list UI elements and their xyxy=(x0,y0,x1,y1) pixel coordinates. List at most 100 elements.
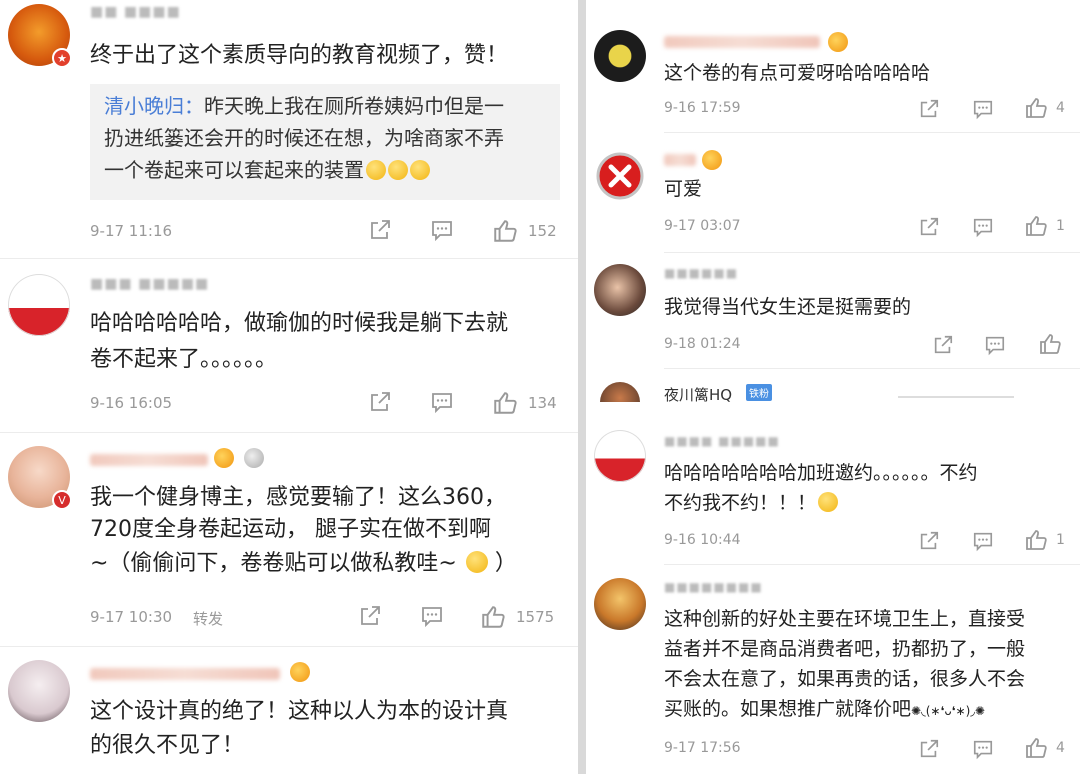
like-count: 4 xyxy=(1056,100,1065,116)
blurred-username xyxy=(664,154,696,166)
crying-emoji-icon xyxy=(410,160,430,180)
comment-icon[interactable] xyxy=(972,98,994,120)
comment-item: 夜川篱HQ 铁粉 xyxy=(586,372,1080,405)
share-icon[interactable] xyxy=(368,218,392,242)
left-comment-panel: ★ ■■ ■■■■ 终于出了这个素质导向的教育视频了，赞！ 清小晚归：昨天晚上我… xyxy=(0,0,578,774)
share-icon[interactable] xyxy=(918,216,940,238)
thumbs-up-icon xyxy=(492,390,518,416)
share-icon[interactable] xyxy=(918,530,940,552)
timestamp: 9-17 10:30 xyxy=(90,608,173,626)
like-button[interactable]: 1575 xyxy=(480,604,554,630)
avatar[interactable] xyxy=(594,150,646,202)
avatar[interactable] xyxy=(8,660,70,722)
comment-text: ~（偷偷问下，卷卷贴可以做私教哇~ ） xyxy=(90,551,517,576)
verified-badge-icon: V xyxy=(52,490,72,510)
comment-item: ■■■ ■■■■■ 哈哈哈哈哈哈，做瑜伽的时候我是躺下去就 卷不起来了。。。。。… xyxy=(0,262,578,432)
comment-text: 这个设计真的绝了！这种以人为本的设计真 xyxy=(90,699,509,724)
timestamp: 9-18 01:24 xyxy=(664,336,741,352)
comment-text: 不会太在意了，如果再贵的话，很多人不会 xyxy=(664,668,1026,690)
comment-text: 我一个健身博主，感觉要输了！这么360， xyxy=(90,485,506,510)
fan-crown-icon xyxy=(828,32,848,52)
comment-text: 益者并不是商品消费者吧，扔都扔了，一般 xyxy=(664,638,1026,660)
avatar[interactable] xyxy=(594,30,646,82)
blurred-username xyxy=(90,454,208,466)
timestamp: 9-17 17:56 xyxy=(664,740,741,756)
comment-text: 我觉得当代女生还是挺需要的 xyxy=(664,296,912,318)
avatar[interactable] xyxy=(594,264,646,316)
comment-icon[interactable] xyxy=(972,530,994,552)
thumbs-up-icon xyxy=(1024,96,1048,120)
avatar[interactable]: ★ xyxy=(8,4,72,68)
repost-link[interactable]: 转发 xyxy=(193,608,223,629)
avatar[interactable] xyxy=(600,382,640,402)
comment-text: 终于出了这个素质导向的教育视频了，赞！ xyxy=(90,43,509,68)
medal-icon xyxy=(244,448,264,468)
verified-badge-icon: ★ xyxy=(52,48,72,68)
comment-icon[interactable] xyxy=(972,738,994,760)
timestamp: 9-16 16:05 xyxy=(90,394,173,412)
timestamp: 9-17 11:16 xyxy=(90,222,173,240)
share-icon[interactable] xyxy=(918,738,940,760)
quoted-reply: 清小晚归：昨天晚上我在厕所卷姨妈巾但是一 扔进纸篓还会开的时候还在想，为啥商家不… xyxy=(90,84,560,200)
comment-item: ★ ■■ ■■■■ 终于出了这个素质导向的教育视频了，赞！ 清小晚归：昨天晚上我… xyxy=(0,0,578,260)
quoted-username[interactable]: 清小晚归： xyxy=(104,94,204,118)
fan-crown-icon xyxy=(702,150,722,170)
avatar[interactable] xyxy=(594,578,646,630)
comment-text: 卷不起来了。。。。。。 xyxy=(90,347,278,372)
blurred-username: ■■■ ■■■■■ xyxy=(90,276,210,292)
comment-item: 这个卷的有点可爱呀哈哈哈哈哈 9-16 17:59 4 xyxy=(586,0,1080,134)
comment-text: 这个卷的有点可爱呀哈哈哈哈哈 xyxy=(664,62,931,84)
blurred-username: ■■■■■■■■ xyxy=(664,580,763,594)
fan-crown-icon xyxy=(214,448,234,468)
comment-icon[interactable] xyxy=(984,334,1006,356)
comment-text: 的很久不见了！ xyxy=(90,733,245,758)
comment-icon[interactable] xyxy=(972,216,994,238)
share-icon[interactable] xyxy=(932,334,954,356)
smile-emoji-icon xyxy=(818,492,839,512)
comment-item: ■■■■■■■■ 这种创新的好处主要在环境卫生上，直接受 益者并不是商品消费者吧… xyxy=(586,568,1080,774)
like-button[interactable]: 134 xyxy=(492,390,557,416)
comment-item: 可爱 9-17 03:07 1 xyxy=(586,136,1080,252)
comment-text: 这种创新的好处主要在环境卫生上，直接受 xyxy=(664,608,1026,630)
blurred-username: ■■■■ ■■■■■ xyxy=(664,434,780,448)
comment-text: 哈哈哈哈哈哈，做瑜伽的时候我是躺下去就 xyxy=(90,311,509,336)
like-count: 4 xyxy=(1056,740,1065,756)
comment-item: 这个设计真的绝了！这种以人为本的设计真 的很久不见了！ xyxy=(0,650,578,774)
thumbs-up-icon xyxy=(1024,736,1048,760)
comment-text: 不约我不约！！！ xyxy=(664,488,839,518)
fan-crown-icon xyxy=(290,662,310,682)
error-x-icon xyxy=(596,152,644,200)
like-count: 134 xyxy=(528,394,557,412)
like-count: 1 xyxy=(1056,218,1065,234)
comment-text: 720度全身卷起运动， 腿子实在做不到啊 xyxy=(90,517,491,542)
share-icon[interactable] xyxy=(918,98,940,120)
like-button[interactable]: 152 xyxy=(492,218,557,244)
right-comment-panel: 这个卷的有点可爱呀哈哈哈哈哈 9-16 17:59 4 可爱 9-17 03:0… xyxy=(586,0,1080,774)
comment-icon[interactable] xyxy=(420,604,444,628)
like-button[interactable]: 1 xyxy=(1024,528,1065,552)
thumbs-up-icon xyxy=(1024,528,1048,552)
comment-item: ■■■■ ■■■■■ 哈哈哈哈哈哈哈加班邀约。。。。。。不约 不约我不约！！！ … xyxy=(586,414,1080,564)
timestamp: 9-16 17:59 xyxy=(664,100,741,116)
crying-emoji-icon xyxy=(388,160,408,180)
like-button[interactable]: 1 xyxy=(1024,214,1065,238)
thumbs-up-icon xyxy=(480,604,506,630)
comment-item: ■■■■■■ 我觉得当代女生还是挺需要的 9-18 01:24 xyxy=(586,256,1080,368)
blurred-username xyxy=(664,36,820,48)
comment-icon[interactable] xyxy=(430,390,454,414)
like-button[interactable] xyxy=(1038,332,1062,356)
fan-tag: 铁粉 xyxy=(746,384,772,401)
thumbs-up-icon xyxy=(492,218,518,244)
avatar[interactable] xyxy=(8,274,70,336)
like-button[interactable]: 4 xyxy=(1024,96,1065,120)
avatar[interactable]: V xyxy=(8,446,72,510)
share-icon[interactable] xyxy=(358,604,382,628)
like-count: 152 xyxy=(528,222,557,240)
share-icon[interactable] xyxy=(368,390,392,414)
avatar[interactable] xyxy=(594,430,646,482)
comment-icon[interactable] xyxy=(430,218,454,242)
like-button[interactable]: 4 xyxy=(1024,736,1065,760)
comment-item: V 我一个健身博主，感觉要输了！这么360， 720度全身卷起运动， 腿子实在做… xyxy=(0,436,578,646)
comment-text: 可爱 xyxy=(664,178,703,200)
username[interactable]: 夜川篱HQ xyxy=(664,384,732,405)
